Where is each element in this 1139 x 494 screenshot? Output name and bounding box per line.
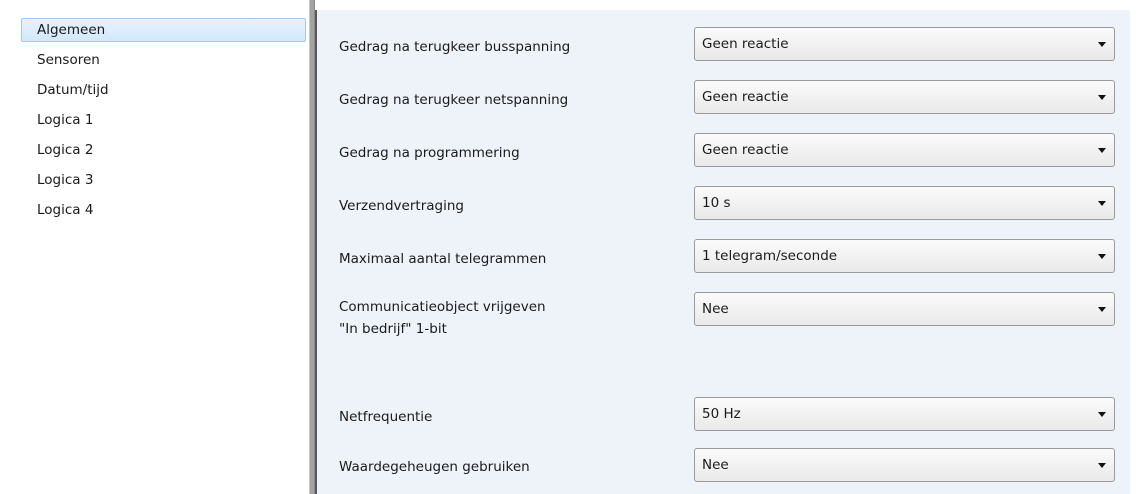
programmering-select[interactable]: Geen reactie — [694, 133, 1115, 167]
waardegeheugen-select[interactable]: Nee — [694, 448, 1115, 482]
param-label-verzendvertraging: Verzendvertraging — [339, 198, 464, 214]
verzendvertraging-select[interactable]: 10 s — [694, 186, 1115, 220]
param-label-netspanning: Gedrag na terugkeer netspanning — [339, 92, 569, 108]
chevron-down-icon — [1098, 412, 1106, 417]
param-label-waardegeheugen: Waardegeheugen gebruiken — [339, 459, 530, 475]
sidebar-item-sensoren[interactable]: Sensoren — [21, 48, 306, 72]
communicatieobject-select[interactable]: Nee — [694, 292, 1115, 326]
param-label-busspanning: Gedrag na terugkeer busspanning — [339, 39, 571, 55]
param-label-programmering: Gedrag na programmering — [339, 145, 520, 161]
select-value: Nee — [702, 457, 729, 473]
param-label-telegrammen: Maximaal aantal telegrammen — [339, 251, 547, 267]
chevron-down-icon — [1098, 95, 1106, 100]
chevron-down-icon — [1098, 42, 1106, 47]
chevron-down-icon — [1098, 201, 1106, 206]
sidebar-nav: Algemeen Sensoren Datum/tijd Logica 1 Lo… — [0, 0, 309, 494]
select-value: Nee — [702, 301, 729, 317]
busspanning-select[interactable]: Geen reactie — [694, 27, 1115, 61]
sidebar-item-logica-3[interactable]: Logica 3 — [21, 168, 306, 192]
chevron-down-icon — [1098, 148, 1106, 153]
select-value: 50 Hz — [702, 406, 741, 422]
select-value: Geen reactie — [702, 36, 789, 52]
select-value: 10 s — [702, 195, 731, 211]
chevron-down-icon — [1098, 463, 1106, 468]
select-value: Geen reactie — [702, 142, 789, 158]
telegrammen-select[interactable]: 1 telegram/seconde — [694, 239, 1115, 273]
label-line-2: "In bedrijf" 1-bit — [339, 321, 447, 337]
chevron-down-icon — [1098, 307, 1106, 312]
label-line-1: Communicatieobject vrijgeven — [339, 299, 546, 315]
param-label-netfrequentie: Netfrequentie — [339, 409, 433, 425]
param-label-communicatieobject: Communicatieobject vrijgeven "In bedrijf… — [339, 296, 546, 340]
netspanning-select[interactable]: Geen reactie — [694, 80, 1115, 114]
parameter-panel: Gedrag na terugkeer busspanning Geen rea… — [315, 10, 1130, 494]
sidebar-item-logica-2[interactable]: Logica 2 — [21, 138, 306, 162]
chevron-down-icon — [1098, 254, 1106, 259]
select-value: Geen reactie — [702, 89, 789, 105]
sidebar-item-logica-1[interactable]: Logica 1 — [21, 108, 306, 132]
sidebar-item-datum-tijd[interactable]: Datum/tijd — [21, 78, 306, 102]
sidebar-item-algemeen[interactable]: Algemeen — [21, 18, 306, 42]
netfrequentie-select[interactable]: 50 Hz — [694, 397, 1115, 431]
sidebar-item-logica-4[interactable]: Logica 4 — [21, 198, 306, 222]
select-value: 1 telegram/seconde — [702, 248, 838, 264]
